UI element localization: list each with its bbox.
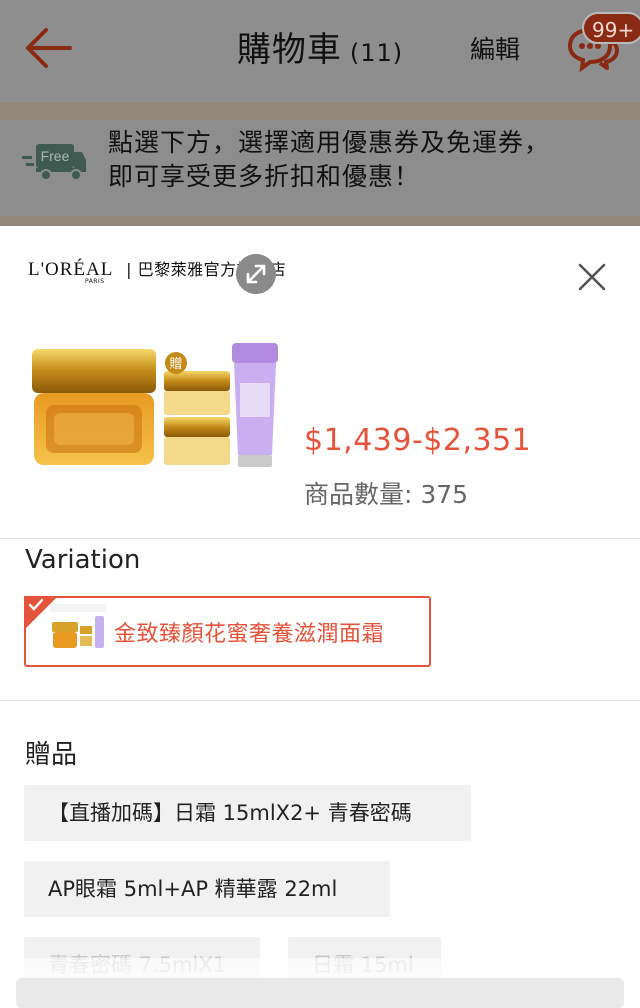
close-icon[interactable]	[574, 259, 610, 295]
divider	[0, 700, 640, 701]
stock-quantity: 商品數量: 375	[304, 480, 469, 509]
brand-logo-subtext: PARIS	[84, 278, 105, 285]
divider	[0, 538, 640, 539]
gift-title: 贈品	[25, 740, 78, 770]
promo-text-line-2: 即可享受更多折扣和優惠！	[108, 162, 421, 191]
promo-text-line-1: 點選下方，選擇適用優惠券及免運券，	[108, 128, 551, 157]
variation-title: Variation	[25, 545, 141, 575]
chat-unread-badge: 99+	[582, 12, 640, 44]
free-shipping-truck-icon: Free	[22, 144, 86, 181]
cart-count: (11)	[349, 39, 404, 67]
product-image[interactable]: 贈	[26, 343, 282, 501]
confirm-button[interactable]	[16, 978, 624, 1008]
variation-thumbnail	[50, 604, 106, 648]
variation-option-selected[interactable]: 金致臻顏花蜜奢養滋潤面霜	[24, 596, 431, 667]
promo-text: 點選下方，選擇適用優惠券及免運券， 即可享受更多折扣和優惠！	[108, 126, 608, 194]
check-icon	[28, 598, 44, 611]
brand-logo-text: L'ORÉAL	[28, 259, 114, 280]
price-range: $1,439-$2,351	[304, 423, 532, 458]
variation-option-label: 金致臻顏花蜜奢養滋潤面霜	[114, 622, 385, 647]
expand-icon[interactable]	[236, 254, 276, 294]
edit-button[interactable]: 編輯	[470, 30, 520, 66]
gift-option[interactable]: 【直播加碼】日霜 15mlX2+ 青春密碼	[24, 785, 471, 841]
gift-option[interactable]: AP眼霜 5ml+AP 精華露 22ml	[24, 861, 390, 917]
product-options-sheet: L'ORÉAL PARIS | 巴黎萊雅官方旗艦店 贈 $1,439-$2,35…	[0, 227, 640, 1008]
free-label: Free	[41, 148, 70, 164]
page-title: 購物車 (11)	[0, 22, 640, 71]
header-bar: 購物車 (11) 編輯 99+	[0, 0, 640, 102]
page-title-text: 購物車	[236, 30, 342, 70]
gift-tag: 贈	[169, 356, 182, 372]
